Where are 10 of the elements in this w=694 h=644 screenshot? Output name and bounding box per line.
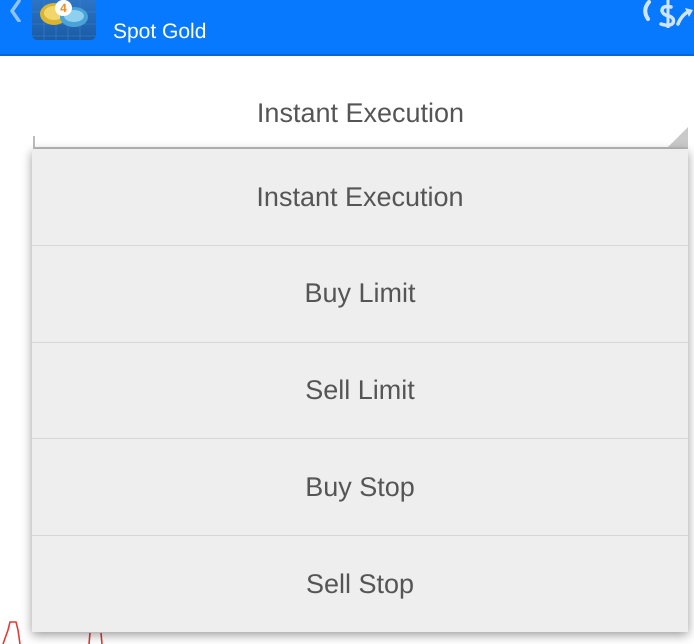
dollar-arrows-icon[interactable] — [640, 0, 694, 30]
dropdown-corner-icon — [668, 127, 688, 147]
coins-logo-icon — [32, 0, 96, 40]
menu-option[interactable]: Buy Stop — [32, 438, 688, 536]
symbol-subtitle: Spot Gold — [113, 19, 206, 45]
menu-option[interactable]: Instant Execution — [32, 149, 688, 245]
back-chevron-icon[interactable] — [8, 0, 22, 22]
menu-option[interactable]: Sell Stop — [32, 535, 688, 632]
menu-option[interactable]: Sell Limit — [32, 342, 688, 438]
menu-option[interactable]: Buy Limit — [32, 244, 688, 342]
